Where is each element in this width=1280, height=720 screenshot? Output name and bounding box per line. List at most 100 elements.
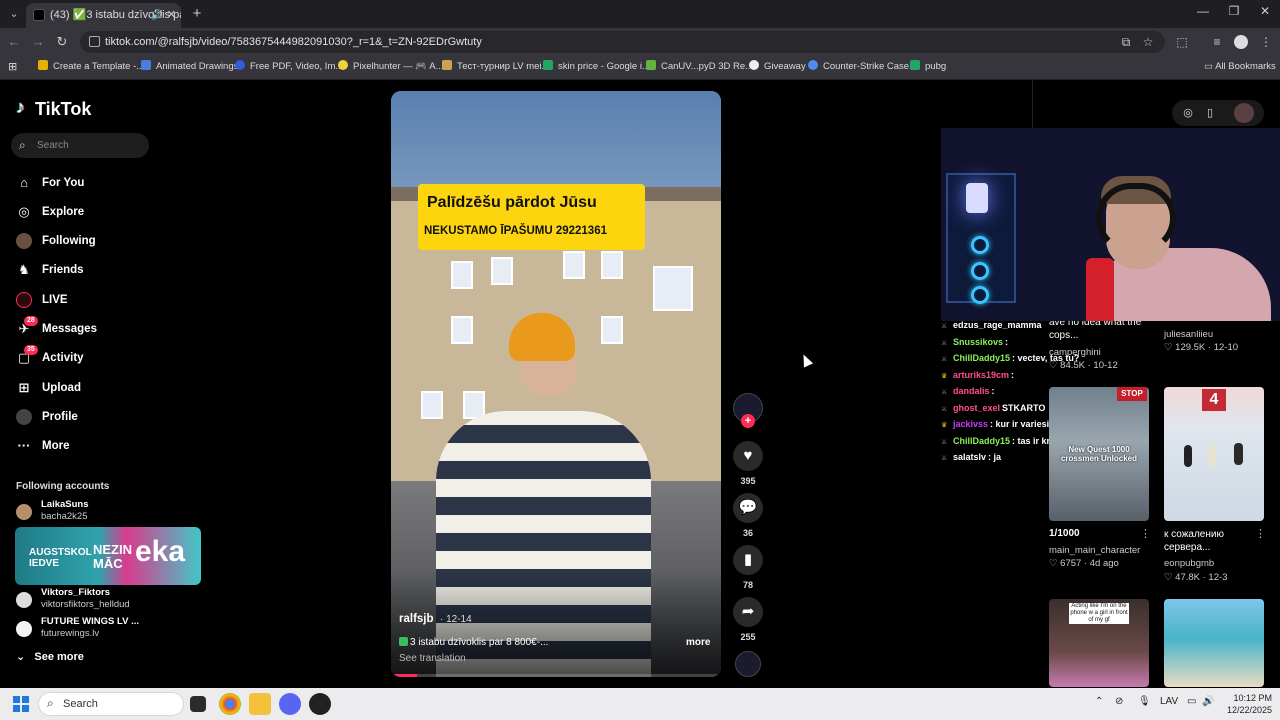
bookmark-favicon-icon — [543, 60, 553, 70]
nav-item-more[interactable]: ··· More — [16, 436, 156, 458]
webcam-lamp — [966, 183, 988, 213]
grid-thumbnail[interactable] — [1164, 599, 1264, 687]
device-icon[interactable]: ▯ — [1202, 105, 1218, 121]
nav-item-profile[interactable]: ● Profile — [16, 407, 156, 429]
menu-dots-icon[interactable]: ⋮ — [1257, 33, 1275, 51]
search-input[interactable] — [37, 137, 142, 154]
file-explorer-icon[interactable] — [249, 693, 271, 715]
new-tab-button[interactable]: + — [187, 4, 207, 24]
nav-item-following[interactable]: ● Following — [16, 231, 156, 253]
user-avatar[interactable] — [1234, 103, 1254, 123]
more-button[interactable]: more — [686, 637, 710, 648]
following-account-item[interactable]: LaikaSuns bacha2k25 — [16, 499, 166, 523]
bookmark-item[interactable]: Giveaway — [749, 56, 806, 80]
nav-item-for-you[interactable]: ⌂ For You — [16, 173, 156, 195]
bookmark-item[interactable]: Тест-турнир LV mei... — [442, 56, 549, 80]
chat-message: ⚔ edzus_rage_mamma — [941, 320, 1044, 330]
tiktok-logo[interactable]: TikTok — [16, 97, 91, 120]
window-shape — [421, 391, 443, 419]
reload-icon[interactable]: ↻ — [52, 32, 72, 52]
chat-username: salatslv — [953, 452, 987, 462]
banner-text-2b: MĀC — [93, 556, 123, 571]
back-icon[interactable]: ← — [4, 32, 24, 52]
nav-item-live[interactable]: ◉ LIVE — [16, 290, 156, 312]
extensions-icon[interactable]: ⬚ — [1173, 33, 1191, 51]
following-account-item[interactable]: Viktors_Fiktors viktorsfiktors_helldud — [16, 587, 166, 611]
bookmark-item[interactable]: Animated Drawings — [141, 56, 238, 80]
comment-button[interactable]: 💬 — [733, 493, 763, 523]
nav-label: Profile — [42, 411, 78, 423]
nav-item-activity[interactable]: ▢ Activity 35 — [16, 345, 156, 370]
save-button[interactable]: ▮ — [733, 545, 763, 575]
taskbar-search[interactable]: ⌕ Search — [38, 692, 184, 716]
chat-message: ⚔ ChillDaddy15: vectev, tas tu? — [941, 353, 1079, 363]
close-window-icon[interactable]: ✕ — [1250, 4, 1280, 18]
windows-start-icon[interactable] — [13, 696, 29, 712]
follow-plus-button[interactable]: + — [741, 414, 755, 428]
system-clock[interactable]: 10:12 PM 12/22/2025 — [1202, 692, 1272, 716]
bookmark-item[interactable]: CanUV...pyD 3D Re... — [646, 56, 753, 80]
bookmark-label: Create a Template -... — [53, 61, 145, 72]
kebab-menu-icon[interactable]: ⋮ — [1255, 527, 1266, 540]
browser-tab[interactable]: (43) ✅3 istabu dzīvoklis pa 🔊 ✕ — [26, 3, 181, 28]
grid-thumbnail[interactable]: STOP New Quest 1000 crossmen Unlocked — [1049, 387, 1149, 521]
see-more-button[interactable]: ⌄ See more — [16, 650, 84, 663]
task-view-icon[interactable] — [190, 696, 206, 712]
window-shape — [563, 251, 585, 279]
install-app-icon[interactable]: ⧉ — [1117, 33, 1135, 51]
all-bookmarks[interactable]: ▭ All Bookmarks — [1204, 56, 1276, 80]
bookmark-item[interactable]: Free PDF, Video, Im... — [235, 56, 343, 80]
microphone-icon[interactable]: 🎙 — [1138, 696, 1151, 707]
bookmark-item[interactable]: Pixelhunter — 🎮 A... — [338, 56, 444, 80]
live-icon: ◉ — [16, 292, 32, 308]
bookmark-item[interactable]: Counter-Strike Case... — [808, 56, 917, 80]
close-tab-icon[interactable]: ✕ — [167, 3, 176, 28]
media-control-icon[interactable]: ≡ — [1208, 33, 1226, 51]
address-bar[interactable]: tiktok.com/@ralfsjb/video/75836754449820… — [80, 31, 1165, 53]
bookmark-item[interactable]: pubg — [910, 56, 946, 80]
speaker-icon[interactable]: 🔊 — [151, 3, 163, 28]
forward-icon[interactable]: → — [28, 32, 48, 52]
bookmark-icon: ▮ — [743, 551, 753, 568]
grid-item-author[interactable]: juliesanliieu — [1164, 329, 1213, 340]
see-translation-button[interactable]: See translation — [399, 653, 466, 664]
grid-item-title[interactable]: к сожалению сервера... — [1164, 528, 1249, 554]
video-progress-bar[interactable] — [391, 674, 721, 677]
network-off-icon[interactable]: ⊘ — [1115, 696, 1123, 707]
bookmark-star-icon[interactable]: ☆ — [1139, 33, 1157, 51]
bookmark-item[interactable]: skin price - Google i... — [543, 56, 650, 80]
video-player[interactable]: Palīdzēšu pārdot Jūsu NEKUSTAMO ĪPAŠUMU … — [391, 91, 721, 677]
grid-item-author[interactable]: main_main_character — [1049, 545, 1140, 556]
nav-item-messages[interactable]: ✈ Messages 28 — [16, 316, 156, 341]
minimize-icon[interactable]: — — [1188, 4, 1218, 18]
compass-icon[interactable]: ◎ — [1180, 105, 1196, 121]
following-account-item[interactable]: FUTURE WINGS LV ... futurewings.lv — [16, 616, 166, 640]
nav-item-upload[interactable]: ⊞ Upload — [16, 378, 156, 400]
kebab-menu-icon[interactable]: ⋮ — [1140, 527, 1151, 540]
nav-item-explore[interactable]: ◎ Explore — [16, 202, 156, 224]
tab-search-icon[interactable]: ⌄ — [4, 4, 24, 24]
crown-icon: ♛ — [941, 372, 948, 380]
grid-thumbnail[interactable]: 4 — [1164, 387, 1264, 521]
share-button[interactable]: ➦ — [733, 597, 763, 627]
apps-grid-icon[interactable]: ⊞ — [8, 56, 17, 80]
grid-item-title[interactable]: 1/1000 — [1049, 528, 1080, 539]
language-indicator[interactable]: LAV — [1160, 696, 1178, 707]
tray-chevron-icon[interactable]: ⌃ — [1095, 696, 1103, 707]
banner-text-2: NEZIN MĀC — [93, 543, 132, 571]
discord-icon[interactable] — [279, 693, 301, 715]
profile-avatar[interactable] — [1234, 35, 1248, 49]
site-info-icon[interactable] — [89, 36, 100, 47]
video-author[interactable]: ralfsjb — [399, 613, 434, 625]
music-disc-icon[interactable] — [735, 651, 761, 677]
like-button[interactable]: ♥ — [733, 441, 763, 471]
restore-icon[interactable]: ❐ — [1219, 4, 1249, 18]
display-icon[interactable]: ▭ — [1187, 696, 1196, 707]
grid-thumbnail[interactable]: Acting like I'm on the phone w a girl in… — [1049, 599, 1149, 687]
recording-app-icon[interactable] — [309, 693, 331, 715]
grid-item-author[interactable]: eonpubgmb — [1164, 558, 1214, 569]
bookmark-item[interactable]: Create a Template -... — [38, 56, 144, 80]
nav-item-friends[interactable]: ♞ Friends — [16, 260, 156, 282]
search-bar[interactable]: ⌕ — [11, 133, 149, 158]
chrome-icon[interactable] — [219, 693, 241, 715]
